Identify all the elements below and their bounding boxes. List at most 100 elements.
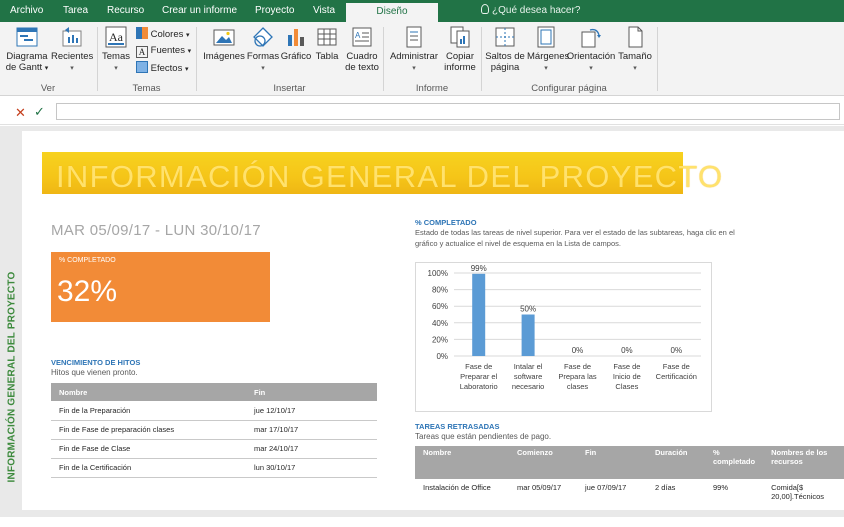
table-icon (317, 28, 337, 46)
horizontal-scrollbar[interactable] (0, 510, 844, 517)
page-size-icon (628, 26, 643, 48)
tab-proyecto[interactable]: Proyecto (255, 0, 294, 22)
effects-label: Efectos (150, 63, 183, 74)
percent-complete-label: % COMPLETADO (59, 257, 116, 264)
copy-label-2: informe (444, 62, 476, 73)
group-divider (196, 27, 197, 91)
column-header[interactable]: Nombre (415, 446, 509, 479)
effects-icon (136, 61, 148, 73)
column-header[interactable]: % completado (705, 446, 764, 479)
table-cell: Fin de Fase de preparación clases (51, 420, 246, 440)
themes-icon: Aa (105, 26, 127, 48)
entry-field[interactable] (56, 103, 840, 120)
colors-button[interactable]: Colores ▾ (136, 27, 190, 42)
side-title: INFORMACIÓN GENERAL DEL PROYECTO (1, 227, 22, 527)
textbox-button[interactable]: A Cuadro de texto (342, 26, 382, 73)
y-tick-label: 0% (436, 352, 448, 361)
margins-button[interactable]: Márgenes ▾ (527, 26, 569, 74)
size-label: Tamaño (618, 51, 652, 62)
table-cell: mar 24/10/17 (246, 439, 377, 459)
recent-button[interactable]: Recientes ▾ (51, 26, 93, 74)
column-header[interactable]: Nombres de los recursos (763, 446, 844, 479)
manage-button[interactable]: Administrar ▾ (386, 26, 442, 74)
tell-me-box[interactable]: ¿Qué desea hacer? (481, 0, 580, 22)
table-row[interactable]: Fin de la Certificación lun 30/10/17 (51, 458, 377, 478)
table-button[interactable]: Tabla (312, 26, 342, 62)
table-cell: lun 30/10/17 (246, 458, 377, 478)
column-header[interactable]: Fin (246, 383, 377, 401)
late-tasks-table[interactable]: Nombre Comienzo Fin Duración % completad… (415, 446, 844, 519)
tab-vista[interactable]: Vista (313, 0, 335, 22)
manage-label: Administrar (389, 51, 439, 62)
copy-report-icon (450, 26, 470, 48)
tab-archivo[interactable]: Archivo (10, 0, 43, 22)
completion-chart[interactable]: 0% 20% 40% 60% 80% 100% 99% Fase de Preparar el L… (415, 262, 712, 412)
milestones-table[interactable]: Nombre Fin Fin de la Preparación jue 12/1… (51, 383, 377, 478)
group-informe-label: Informe (415, 83, 449, 94)
report-banner[interactable]: INFORMACIÓN GENERAL DEL PROYECTO (42, 152, 722, 194)
percent-complete-card[interactable]: % COMPLETADO 32% (51, 252, 270, 322)
themes-label: Temas (102, 51, 130, 62)
table-row[interactable]: Fin de Fase de Clase mar 24/10/17 (51, 439, 377, 459)
table-row[interactable]: Fin de Fase de preparación clases mar 17/… (51, 420, 377, 440)
y-tick-label: 20% (432, 335, 448, 344)
orientation-icon (581, 28, 601, 48)
size-button[interactable]: Tamaño ▾ (617, 26, 653, 74)
banner-title: INFORMACIÓN GENERAL DEL PROYECTO (56, 159, 724, 194)
bar-chart-icon (288, 29, 304, 46)
data-label: 50% (520, 305, 536, 314)
colors-label: Colores (150, 29, 184, 40)
x-tick-label: Intalar el software necesario (512, 362, 545, 391)
effects-button[interactable]: Efectos ▾ (136, 61, 188, 76)
margins-icon (537, 26, 555, 48)
x-tick-label-line: necesario (512, 382, 545, 391)
tab-diseno[interactable]: Diseño (346, 3, 438, 22)
x-tick-label: Fase de Inicio de Clases (613, 362, 641, 391)
images-button[interactable]: Imágenes (202, 26, 246, 62)
orientation-button[interactable]: Orientación ▾ (566, 26, 616, 74)
gantt-label-1: Diagrama (6, 51, 48, 62)
column-header[interactable]: Fin (577, 446, 647, 479)
checkmark-icon[interactable]: ✓ (34, 104, 45, 120)
tab-crear-informe[interactable]: Crear un informe (162, 0, 237, 22)
group-pagina-label: Configurar página (531, 83, 607, 94)
chart-button[interactable]: Gráfico (280, 26, 312, 62)
shapes-icon (253, 27, 273, 47)
shapes-button[interactable]: Formas ▾ (246, 26, 280, 74)
column-header[interactable]: Nombre (51, 383, 246, 401)
themes-button[interactable]: Aa Temas ▾ (101, 26, 131, 74)
column-header[interactable]: Duración (647, 446, 705, 479)
completion-description-1: Estado de todas las tareas de nivel supe… (415, 228, 735, 237)
chart-bar (472, 273, 486, 356)
group-divider (383, 27, 384, 91)
x-tick-label-line: Clases (615, 382, 638, 391)
page-breaks-button[interactable]: Saltos de página (483, 26, 527, 73)
data-label: 99% (471, 264, 487, 273)
cancel-icon[interactable]: ✕ (15, 105, 26, 121)
copy-report-button[interactable]: Copiar informe (442, 26, 478, 73)
table-cell: Fin de la Preparación (51, 401, 246, 421)
chevron-down-icon: ▾ (633, 65, 637, 72)
late-tasks-title: TAREAS RETRASADAS (415, 422, 500, 431)
chart-label: Gráfico (280, 51, 312, 62)
table-row[interactable]: Fin de la Preparación jue 12/10/17 (51, 401, 377, 421)
table-header-row: Nombre Comienzo Fin Duración % completad… (415, 446, 844, 479)
chevron-down-icon: ▾ (70, 65, 74, 72)
fonts-button[interactable]: A Fuentes ▾ (136, 44, 191, 58)
x-tick-label-line: Inicio de (613, 372, 641, 381)
tab-tarea[interactable]: Tarea (63, 0, 88, 22)
group-ver-label: Ver (40, 83, 56, 94)
tab-recurso[interactable]: Recurso (107, 0, 144, 22)
recent-label: Recientes (51, 51, 94, 62)
x-tick-label: Fase de Certificación (656, 362, 697, 381)
table-cell: Fin de Fase de Clase (51, 439, 246, 459)
group-temas-label: Temas (132, 83, 161, 94)
table-label: Tabla (315, 51, 339, 62)
date-range[interactable]: MAR 05/09/17 - LUN 30/10/17 (51, 222, 261, 239)
x-tick-label-line: Fase de (613, 362, 640, 371)
late-tasks-subtitle: Tareas que están pendientes de pago. (415, 432, 552, 441)
percent-complete-value: 32% (57, 275, 118, 308)
gantt-chart-button[interactable]: Diagrama de Gantt ▾ (5, 26, 49, 74)
y-tick-label: 60% (432, 302, 448, 311)
column-header[interactable]: Comienzo (509, 446, 577, 479)
